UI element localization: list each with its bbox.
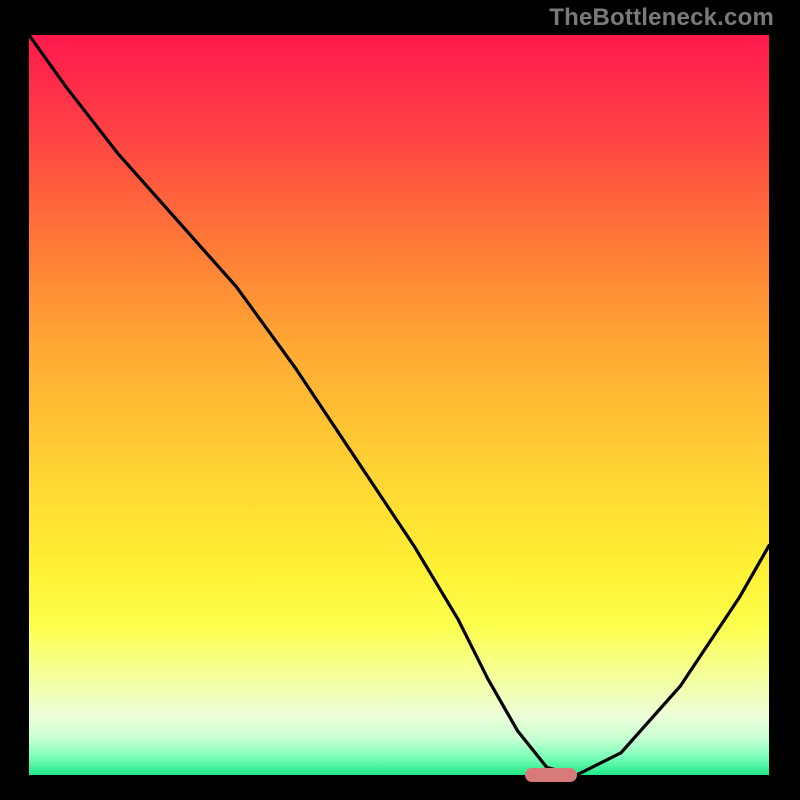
chart-frame <box>24 30 774 780</box>
optimal-range-marker <box>525 768 577 782</box>
watermark-text: TheBottleneck.com <box>549 4 774 32</box>
chart-plot-area <box>29 35 769 775</box>
bottleneck-curve-path <box>29 35 769 775</box>
chart-curve-svg <box>29 35 769 775</box>
